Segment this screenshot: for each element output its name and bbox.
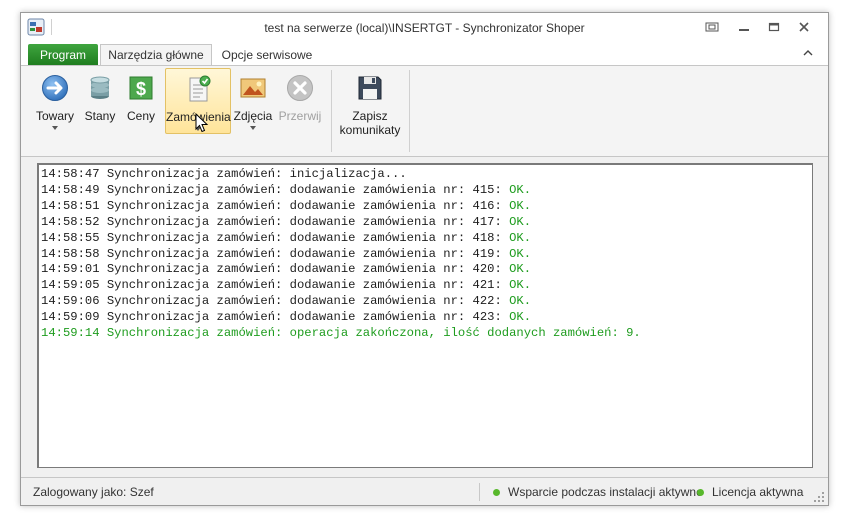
log-line: 14:58:51 Synchronizacja zamówień: dodawa…	[41, 199, 812, 215]
log-line: 14:59:01 Synchronizacja zamówień: dodawa…	[41, 262, 812, 278]
log-line-status: OK.	[509, 182, 532, 197]
save-icon	[358, 76, 382, 100]
database-icon	[90, 76, 110, 99]
support-status-text: Wsparcie podczas instalacji aktywne	[508, 485, 703, 499]
collapse-ribbon-icon[interactable]	[802, 47, 814, 59]
license-status-text: Licencja aktywna	[712, 485, 804, 499]
zdjecia-button[interactable]: Zdjęcia	[233, 68, 273, 134]
log-line: 14:58:47 Synchronizacja zamówień: inicja…	[41, 167, 812, 183]
ceny-button[interactable]: $ Ceny	[123, 68, 159, 134]
ribbon-separator	[331, 70, 332, 152]
log-line-status: OK.	[509, 230, 532, 245]
status-bar: Zalogowany jako: Szef Wsparcie podczas i…	[21, 477, 828, 505]
log-line-status: OK.	[509, 278, 532, 293]
towary-label: Towary	[35, 109, 74, 123]
arrow-right-icon	[42, 75, 68, 101]
title-bar: test na serwerze (local)\INSERTGT - Sync…	[21, 13, 828, 42]
towary-button[interactable]: Towary	[31, 68, 79, 134]
resize-grip-icon[interactable]	[814, 492, 824, 502]
log-line-text: 14:58:47 Synchronizacja zamówień: inicja…	[41, 167, 407, 181]
log-line-status: OK.	[509, 262, 532, 277]
chevron-down-icon	[52, 126, 58, 130]
ribbon: Towary Stany $ Ceny Zdjęcia Przerwij Zap…	[21, 65, 828, 157]
log-line: 14:58:58 Synchronizacja zamówień: dodawa…	[41, 247, 812, 263]
zapisz-komunikaty-button[interactable]: Zapisz komunikaty	[337, 68, 403, 137]
log-line-status: OK.	[509, 310, 532, 325]
stop-icon	[287, 75, 313, 101]
close-icon	[799, 22, 809, 32]
license-status: Licencja aktywna	[697, 485, 803, 499]
svg-text:$: $	[136, 79, 146, 99]
log-line: 14:59:09 Synchronizacja zamówień: dodawa…	[41, 310, 812, 326]
log-line: 14:59:05 Synchronizacja zamówień: dodawa…	[41, 278, 812, 294]
log-line-status: OK.	[509, 246, 532, 261]
ribbon-tab-row: Program Narzędzia główne Opcje serwisowe	[21, 42, 828, 65]
log-line-text: 14:58:58 Synchronizacja zamówień: dodawa…	[41, 246, 510, 261]
stany-button[interactable]: Stany	[81, 68, 119, 134]
ribbon-separator	[409, 70, 410, 152]
przerwij-label: Przerwij	[278, 109, 322, 123]
log-line-final: 14:59:14 Synchronizacja zamówień: operac…	[41, 326, 641, 341]
log-line: 14:58:55 Synchronizacja zamówień: dodawa…	[41, 231, 812, 247]
zapisz-label: Zapisz komunikaty	[337, 109, 403, 137]
minimize-icon	[739, 29, 749, 31]
mouse-cursor-icon	[195, 113, 209, 133]
chevron-down-icon	[250, 126, 256, 130]
dollar-icon: $	[129, 76, 153, 100]
app-window: test na serwerze (local)\INSERTGT - Sync…	[20, 12, 829, 506]
status-dot-icon	[493, 488, 500, 496]
logged-user: Zalogowany jako: Szef	[33, 485, 154, 499]
support-status: Wsparcie podczas instalacji aktywne	[493, 485, 703, 499]
tab-service-options[interactable]: Opcje serwisowe	[217, 44, 317, 65]
stany-label: Stany	[84, 109, 116, 123]
tab-main-tools[interactable]: Narzędzia główne	[100, 44, 212, 65]
zapisz-label-line2: komunikaty	[339, 123, 401, 137]
log-line-status: OK.	[509, 294, 532, 309]
log-line-text: 14:59:06 Synchronizacja zamówień: dodawa…	[41, 294, 510, 309]
image-icon	[240, 78, 266, 98]
ceny-label: Ceny	[126, 109, 155, 123]
status-dot-icon	[697, 488, 704, 496]
tab-program[interactable]: Program	[28, 44, 98, 65]
document-check-icon	[189, 75, 211, 102]
log-line-text: 14:59:05 Synchronizacja zamówień: dodawa…	[41, 278, 510, 293]
minimize-button[interactable]	[736, 20, 752, 34]
log-line: 14:58:49 Synchronizacja zamówień: dodawa…	[41, 183, 812, 199]
log-line-status: OK.	[509, 214, 532, 229]
zapisz-label-line1: Zapisz	[352, 109, 388, 123]
zdjecia-label: Zdjęcia	[233, 109, 273, 123]
log-line: 14:58:52 Synchronizacja zamówień: dodawa…	[41, 215, 812, 231]
log-line-text: 14:58:55 Synchronizacja zamówień: dodawa…	[41, 230, 510, 245]
log-line-text: 14:58:49 Synchronizacja zamówień: dodawa…	[41, 182, 510, 197]
status-separator	[479, 483, 480, 501]
log-output[interactable]: 14:58:47 Synchronizacja zamówień: inicja…	[37, 163, 813, 468]
maximize-icon	[768, 22, 780, 32]
log-line-status: OK.	[509, 198, 532, 213]
log-line-text: 14:59:09 Synchronizacja zamówień: dodawa…	[41, 310, 510, 325]
layout-icon	[705, 22, 719, 32]
log-line-text: 14:58:51 Synchronizacja zamówień: dodawa…	[41, 198, 510, 213]
maximize-button[interactable]	[766, 20, 782, 34]
przerwij-button[interactable]: Przerwij	[277, 68, 323, 134]
log-line-text: 14:58:52 Synchronizacja zamówień: dodawa…	[41, 214, 510, 229]
log-line: 14:59:06 Synchronizacja zamówień: dodawa…	[41, 294, 812, 310]
restore-layout-button[interactable]	[704, 20, 720, 34]
close-button[interactable]	[796, 20, 812, 34]
log-line-text: 14:59:01 Synchronizacja zamówień: dodawa…	[41, 262, 510, 277]
